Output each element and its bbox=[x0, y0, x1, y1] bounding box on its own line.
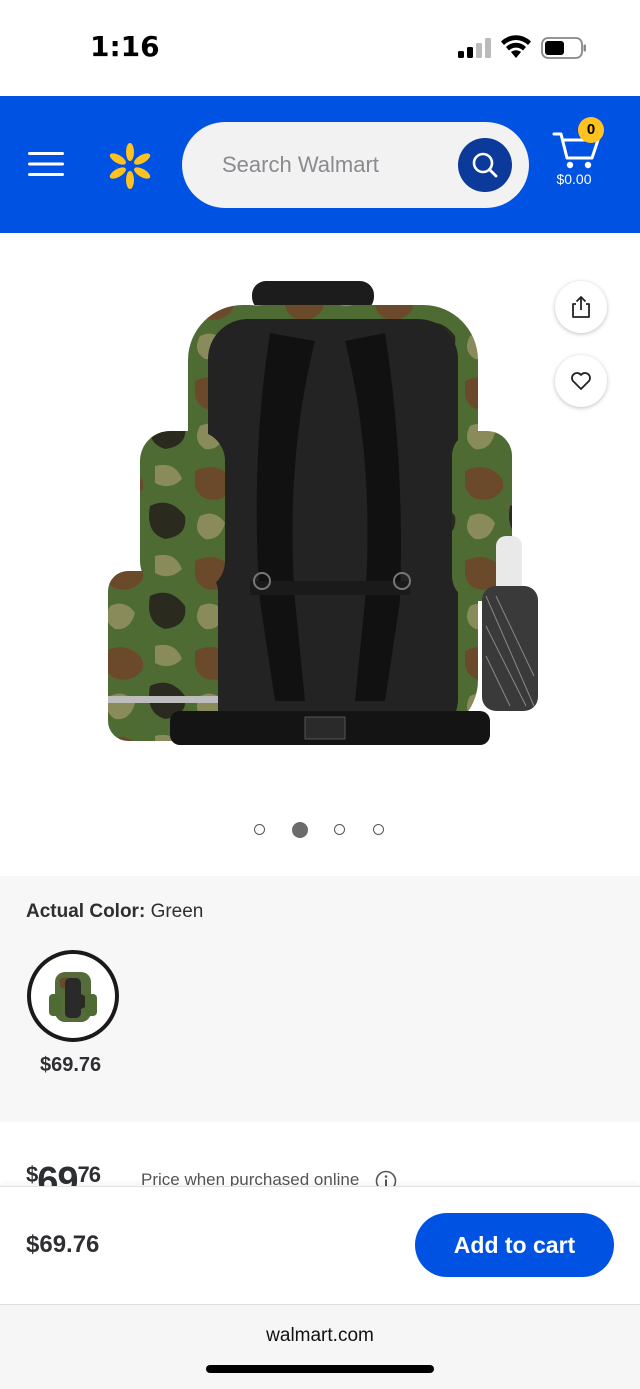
url-text[interactable]: walmart.com bbox=[0, 1325, 640, 1347]
share-icon bbox=[572, 296, 590, 318]
search-bar[interactable]: Search Walmart bbox=[182, 122, 529, 208]
price-dollars: 69 bbox=[37, 1160, 78, 1186]
swatch-image bbox=[49, 972, 97, 1022]
heart-icon bbox=[571, 372, 591, 390]
search-icon bbox=[472, 152, 498, 178]
price-note: Price when purchased online bbox=[141, 1170, 360, 1186]
swatch-price: $69.76 bbox=[40, 1054, 102, 1076]
swatch-thumbnail bbox=[37, 960, 109, 1032]
product-image-gallery[interactable] bbox=[0, 233, 640, 876]
battery-icon bbox=[541, 37, 586, 59]
pagination-dot[interactable] bbox=[254, 824, 265, 835]
walmart-spark-logo[interactable] bbox=[106, 142, 154, 190]
color-label-title: Actual Color: bbox=[26, 901, 146, 922]
browser-address-bar[interactable]: walmart.com bbox=[0, 1304, 640, 1389]
pagination-dot-active[interactable] bbox=[292, 822, 308, 838]
color-label-value: Green bbox=[150, 901, 204, 922]
variant-selector: Actual Color: Green $69.76 bbox=[0, 876, 640, 1122]
search-input[interactable]: Search Walmart bbox=[222, 152, 379, 178]
hamburger-menu-icon[interactable] bbox=[28, 150, 64, 178]
share-button[interactable] bbox=[555, 281, 607, 333]
home-indicator bbox=[206, 1365, 434, 1373]
info-icon[interactable] bbox=[375, 1170, 397, 1186]
add-to-cart-bar: $69.76 Add to cart bbox=[0, 1186, 640, 1305]
cart-count-badge: 0 bbox=[578, 117, 604, 143]
wifi-icon bbox=[501, 35, 531, 58]
status-bar: 1:16 bbox=[0, 0, 640, 96]
product-price: $6976 bbox=[26, 1160, 102, 1186]
price-cents: 76 bbox=[77, 1162, 102, 1186]
status-time: 1:16 bbox=[90, 30, 160, 63]
cart-total: $0.00 bbox=[556, 171, 592, 187]
cellular-signal-icon bbox=[458, 38, 491, 58]
search-button[interactable] bbox=[458, 138, 512, 192]
pagination-dot[interactable] bbox=[334, 824, 345, 835]
color-swatch-green[interactable] bbox=[27, 950, 119, 1042]
product-image[interactable] bbox=[100, 281, 550, 801]
price-currency: $ bbox=[26, 1162, 38, 1186]
bar-price: $69.76 bbox=[26, 1231, 100, 1258]
color-label: Actual Color: Green bbox=[26, 901, 203, 923]
add-to-cart-button[interactable]: Add to cart bbox=[415, 1213, 614, 1277]
price-section: $6976 Price when purchased online bbox=[0, 1122, 640, 1186]
pagination-dot[interactable] bbox=[373, 824, 384, 835]
favorite-button[interactable] bbox=[555, 355, 607, 407]
